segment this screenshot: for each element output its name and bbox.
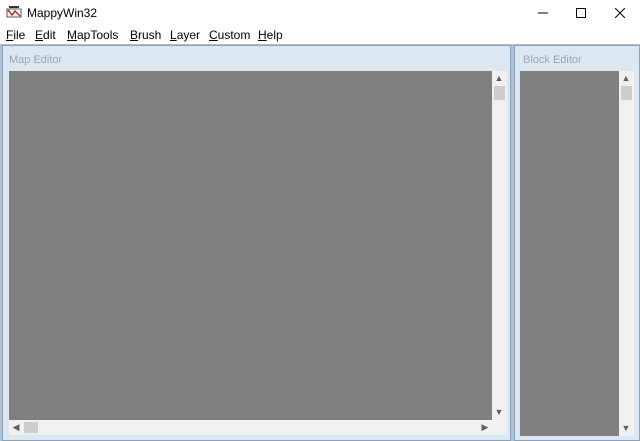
menu-brush-mnemonic: B bbox=[130, 28, 139, 42]
menu-file[interactable]: File bbox=[6, 28, 25, 42]
menu-custom[interactable]: Custom bbox=[209, 28, 250, 42]
map-editor-title: Map Editor bbox=[9, 54, 63, 66]
menu-help-label: elp bbox=[266, 28, 283, 42]
chevron-down-icon[interactable]: ▼ bbox=[493, 407, 505, 417]
chevron-left-icon[interactable]: ◀ bbox=[10, 422, 22, 432]
title-bar: MappyWin32 bbox=[0, 0, 640, 26]
maximize-button[interactable] bbox=[561, 0, 601, 26]
menu-edit[interactable]: Edit bbox=[35, 28, 56, 42]
minimize-icon bbox=[538, 12, 548, 14]
block-editor-vscroll-thumb[interactable] bbox=[621, 86, 632, 100]
menu-help-mnemonic: H bbox=[258, 28, 267, 42]
app-icon bbox=[6, 6, 22, 18]
block-editor-vscrollbar[interactable]: ▲ ▼ bbox=[619, 71, 634, 436]
menu-custom-mnemonic: C bbox=[209, 28, 218, 42]
menu-file-label: ile bbox=[13, 28, 26, 42]
mdi-workspace: Map Editor ▲ ▼ ◀ ▶ Block Editor ▲ ▼ bbox=[0, 44, 640, 441]
block-editor-canvas[interactable] bbox=[520, 71, 619, 436]
maximize-icon bbox=[576, 8, 586, 18]
close-icon bbox=[615, 8, 625, 18]
menu-help[interactable]: Help bbox=[258, 28, 283, 42]
map-editor-canvas[interactable] bbox=[9, 71, 492, 420]
map-editor-hscroll-thumb[interactable] bbox=[24, 422, 38, 433]
menu-brush[interactable]: Brush bbox=[130, 28, 161, 42]
menu-layer-mnemonic: L bbox=[170, 28, 177, 42]
chevron-up-icon[interactable]: ▲ bbox=[620, 73, 632, 83]
menu-layer-label: ayer bbox=[176, 28, 201, 42]
chevron-up-icon[interactable]: ▲ bbox=[493, 73, 505, 83]
chevron-right-icon[interactable]: ▶ bbox=[479, 422, 491, 432]
menu-edit-mnemonic: E bbox=[35, 28, 44, 42]
menu-custom-label: ustom bbox=[217, 28, 251, 42]
close-button[interactable] bbox=[600, 0, 640, 26]
menu-layer[interactable]: Layer bbox=[170, 28, 200, 42]
minimize-button[interactable] bbox=[523, 0, 563, 26]
block-editor-window: Block Editor ▲ ▼ bbox=[514, 45, 640, 441]
block-editor-title: Block Editor bbox=[523, 54, 582, 66]
scroll-corner bbox=[492, 420, 507, 435]
menu-edit-label: dit bbox=[43, 28, 56, 42]
menu-maptools[interactable]: MapTools bbox=[67, 28, 118, 42]
map-editor-vscroll-thumb[interactable] bbox=[494, 86, 505, 100]
menu-brush-label: rush bbox=[138, 28, 162, 42]
window-title: MappyWin32 bbox=[27, 6, 98, 20]
menu-bar: File Edit MapTools Brush Layer Custom He… bbox=[0, 26, 640, 45]
map-editor-window: Map Editor ▲ ▼ ◀ ▶ bbox=[2, 45, 511, 441]
map-editor-vscrollbar[interactable]: ▲ ▼ bbox=[492, 71, 507, 420]
chevron-down-icon[interactable]: ▼ bbox=[620, 423, 632, 433]
map-editor-hscrollbar[interactable]: ◀ ▶ bbox=[9, 420, 492, 435]
menu-maptools-label: apTools bbox=[77, 28, 119, 42]
menu-maptools-mnemonic: M bbox=[67, 28, 77, 42]
